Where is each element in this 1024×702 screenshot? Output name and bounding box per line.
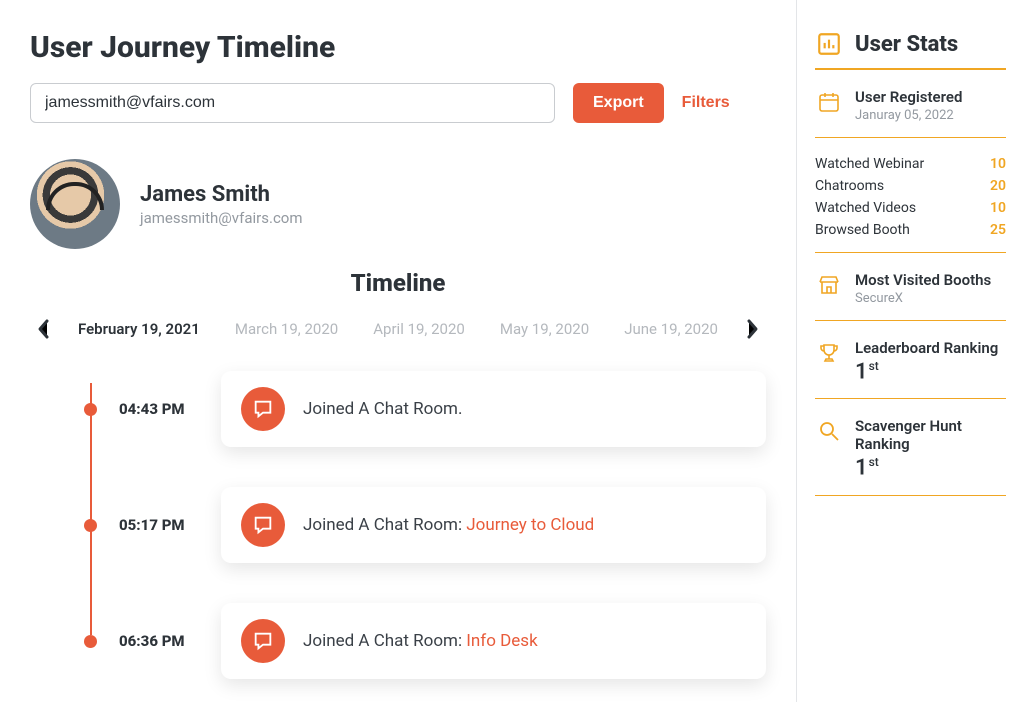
- stats-header-title: User Stats: [855, 32, 958, 57]
- search-row: Export Filters: [30, 83, 766, 123]
- app-root: User Journey Timeline Export Filters Jam…: [0, 0, 1024, 702]
- event-prefix: Joined A Chat Room.: [303, 399, 462, 419]
- events-list: 04:43 PM Joined A Chat Room. 05:17 PM: [30, 371, 766, 679]
- trophy-icon: [815, 339, 843, 367]
- chevron-left-icon[interactable]: [30, 315, 58, 343]
- event-time: 04:43 PM: [119, 400, 199, 418]
- stat-sub: Januray 05, 2022: [855, 108, 962, 123]
- stat-registered: User Registered Januray 05, 2022: [815, 88, 1006, 138]
- chat-icon: [241, 619, 285, 663]
- event-card[interactable]: Joined A Chat Room.: [221, 371, 766, 447]
- event-text: Joined A Chat Room.: [303, 399, 462, 419]
- stat-label: Watched Videos: [815, 200, 916, 216]
- chat-icon: [241, 387, 285, 431]
- page-title: User Journey Timeline: [30, 30, 766, 65]
- stat-scavenger: Scavenger Hunt Ranking 1st: [815, 417, 1006, 495]
- event-text: Joined A Chat Room: Info Desk: [303, 631, 538, 651]
- sidebar: User Stats User Registered Januray 05, 2…: [796, 0, 1024, 702]
- export-button[interactable]: Export: [573, 83, 664, 123]
- timeline-dot-icon: [84, 635, 97, 648]
- stat-value: 10: [990, 200, 1006, 216]
- stat-value: 20: [990, 178, 1006, 194]
- bar-chart-icon: [815, 30, 843, 58]
- event-time: 06:36 PM: [119, 632, 199, 650]
- avatar: [30, 159, 120, 249]
- event-prefix: Joined A Chat Room:: [303, 631, 466, 651]
- date-item[interactable]: May 19, 2020: [500, 320, 589, 338]
- booth-icon: [815, 271, 843, 299]
- event-text: Joined A Chat Room: Journey to Cloud: [303, 515, 594, 535]
- stat-value: 10: [990, 156, 1006, 172]
- stat-title: User Registered: [855, 88, 962, 106]
- stat-label: Watched Webinar: [815, 156, 924, 172]
- event-highlight: Info Desk: [466, 631, 537, 651]
- stat-title: Leaderboard Ranking: [855, 339, 998, 357]
- event-row: 04:43 PM Joined A Chat Room.: [84, 371, 766, 447]
- search-input[interactable]: [30, 83, 555, 123]
- profile-email: jamessmith@vfairs.com: [140, 209, 303, 227]
- chat-icon: [241, 503, 285, 547]
- stat-title: Scavenger Hunt Ranking: [855, 417, 1006, 453]
- stat-label: Browsed Booth: [815, 222, 910, 238]
- main-panel: User Journey Timeline Export Filters Jam…: [0, 0, 796, 702]
- date-item[interactable]: March 19, 2020: [235, 320, 338, 338]
- stat-label: Chatrooms: [815, 178, 884, 194]
- event-card[interactable]: Joined A Chat Room: Journey to Cloud: [221, 487, 766, 563]
- calendar-icon: [815, 88, 843, 116]
- event-row: 06:36 PM Joined A Chat Room: Info Desk: [84, 603, 766, 679]
- stat-most-visited: Most Visited Booths SecureX: [815, 271, 1006, 321]
- event-highlight: Journey to Cloud: [466, 515, 594, 535]
- stat-value: 25: [990, 222, 1006, 238]
- stat-sub: SecureX: [855, 291, 991, 306]
- stat-list-row: Chatrooms 20: [815, 178, 1006, 194]
- profile-text: James Smith jamessmith@vfairs.com: [140, 182, 303, 227]
- stat-rank: 1st: [855, 455, 1006, 480]
- filters-button[interactable]: Filters: [682, 94, 730, 112]
- date-list: February 19, 2021 March 19, 2020 April 1…: [68, 320, 728, 338]
- date-item[interactable]: June 19, 2020: [624, 320, 718, 338]
- date-item[interactable]: April 19, 2020: [373, 320, 465, 338]
- profile-name: James Smith: [140, 182, 303, 207]
- stat-title: Most Visited Booths: [855, 271, 991, 289]
- event-time: 05:17 PM: [119, 516, 199, 534]
- stats-header: User Stats: [815, 30, 1006, 70]
- stat-counts: Watched Webinar 10 Chatrooms 20 Watched …: [815, 156, 1006, 253]
- date-nav: February 19, 2021 March 19, 2020 April 1…: [30, 315, 766, 343]
- stat-rank: 1st: [855, 359, 998, 384]
- stat-list-row: Watched Webinar 10: [815, 156, 1006, 172]
- timeline-title: Timeline: [30, 269, 766, 297]
- stat-list-row: Watched Videos 10: [815, 200, 1006, 216]
- chevron-right-icon[interactable]: [738, 315, 766, 343]
- event-card[interactable]: Joined A Chat Room: Info Desk: [221, 603, 766, 679]
- timeline-dot-icon: [84, 403, 97, 416]
- event-prefix: Joined A Chat Room:: [303, 515, 466, 535]
- search-icon: [815, 417, 843, 445]
- stat-list-row: Browsed Booth 25: [815, 222, 1006, 238]
- date-item[interactable]: February 19, 2021: [78, 320, 200, 338]
- profile: James Smith jamessmith@vfairs.com: [30, 159, 766, 249]
- event-row: 05:17 PM Joined A Chat Room: Journey to …: [84, 487, 766, 563]
- timeline-dot-icon: [84, 519, 97, 532]
- stat-leaderboard: Leaderboard Ranking 1st: [815, 339, 1006, 399]
